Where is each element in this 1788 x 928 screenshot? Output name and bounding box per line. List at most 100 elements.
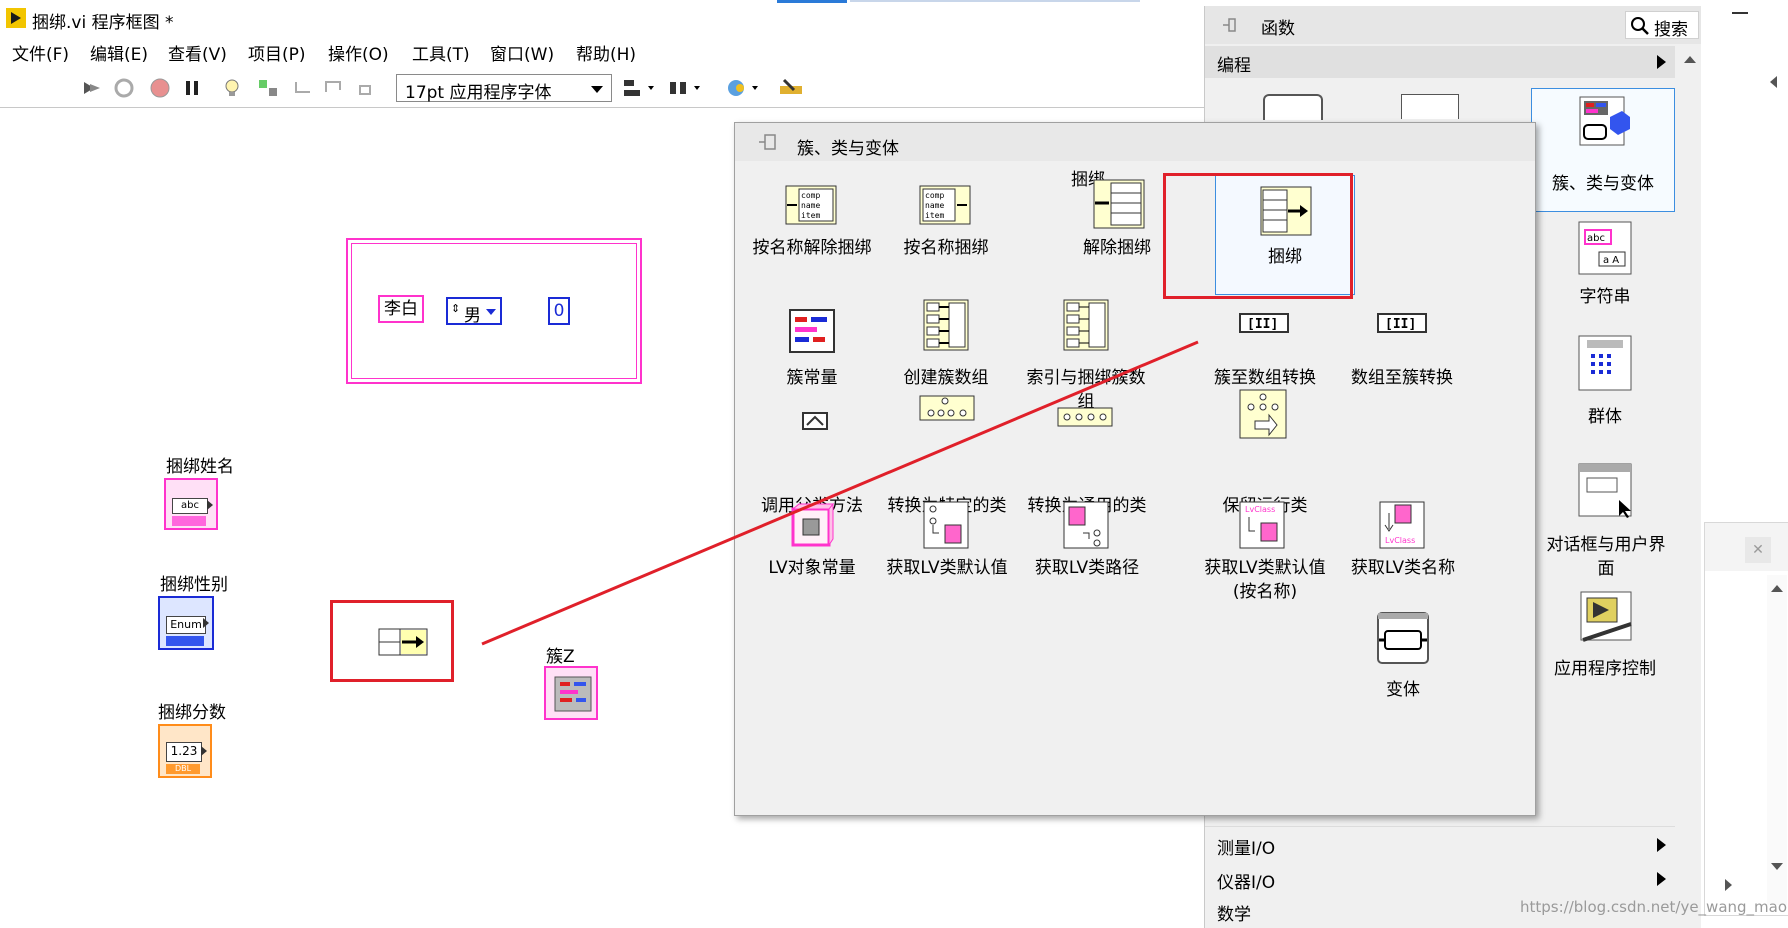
structures-icon-partial[interactable] [1263, 94, 1323, 120]
enum-value: 男 [464, 306, 481, 326]
scroll-up-icon [1771, 585, 1783, 592]
enum-increment-icon: ⇕ [451, 302, 461, 315]
cluster-constant[interactable]: 李白 ⇕ 男 0 [346, 238, 642, 384]
gender-enum-terminal[interactable]: Enum [158, 596, 214, 650]
category-instrument[interactable]: 仪器I/O [1205, 864, 1675, 894]
cluster-to-array-icon[interactable]: [II] [1239, 313, 1289, 333]
unbundle-by-name-icon[interactable]: comp name item [785, 185, 837, 225]
gender-terminal-label: 捆绑性别 [160, 575, 228, 595]
retain-wire-values-icon[interactable] [256, 76, 280, 100]
name-string-terminal[interactable]: abc [164, 478, 218, 530]
bundle-node-icon[interactable] [378, 628, 428, 656]
menu-project[interactable]: 项目(P) [248, 40, 306, 65]
category-measurement[interactable]: 测量I/O [1205, 830, 1675, 860]
search-icon [1631, 17, 1649, 35]
index-bundle-cluster-array-icon[interactable] [1063, 299, 1109, 351]
side-panel: ✕ [1704, 522, 1788, 916]
bundle-by-name-label: 按名称捆绑 [903, 238, 989, 258]
search-button[interactable]: 搜索 [1625, 11, 1699, 40]
menu-edit[interactable]: 编辑(E) [90, 40, 148, 65]
menu-operate[interactable]: 操作(O) [328, 40, 389, 65]
get-lv-class-path-icon[interactable] [1063, 501, 1109, 549]
variant-icon[interactable] [1375, 609, 1431, 667]
category-programming[interactable]: 编程 [1205, 46, 1675, 78]
title-accent-line [850, 0, 1140, 2]
get-lv-class-path-label: 获取LV类路径 [1034, 558, 1140, 578]
subpalette-title: 簇、类与变体 [797, 139, 899, 159]
app-control-palette-icon[interactable] [1577, 590, 1637, 648]
menu-help[interactable]: 帮助(H) [576, 40, 636, 65]
score-dbl-terminal[interactable]: 1.23 DBL [158, 724, 212, 778]
align-objects-icon[interactable] [622, 76, 658, 100]
score-terminal-label: 捆绑分数 [158, 703, 226, 723]
array-to-cluster-icon[interactable]: [II] [1377, 313, 1427, 333]
cluster-indicator-terminal[interactable] [544, 666, 598, 720]
run-arrow-icon[interactable] [80, 76, 104, 100]
functions-palette-scrollbar[interactable] [1679, 46, 1701, 836]
chevron-right-icon [1657, 838, 1666, 852]
svg-text:name: name [925, 201, 944, 210]
functions-palette-header: 函数 搜索 [1205, 6, 1701, 44]
get-lv-class-name-label: 获取LV类名称 [1350, 558, 1456, 578]
step-out-icon[interactable] [352, 76, 376, 100]
side-panel-scrollbar[interactable] [1767, 575, 1787, 905]
menu-file[interactable]: 文件(F) [12, 40, 69, 65]
watermark: https://blog.csdn.net/ye_wang_mao [1520, 898, 1788, 916]
cluster-string-constant[interactable]: 李白 [378, 295, 424, 323]
bundle-by-name-icon[interactable]: comp name item [919, 185, 971, 225]
dialog-palette-icon[interactable] [1577, 460, 1637, 520]
category-programming-label: 编程 [1217, 56, 1251, 76]
abort-icon[interactable] [148, 76, 172, 100]
step-into-icon[interactable] [292, 76, 316, 100]
font-select-value: 17pt 应用程序字体 [405, 83, 552, 103]
pin-icon[interactable] [1219, 15, 1239, 35]
cluster-icon [554, 676, 592, 712]
category-instrument-label: 仪器I/O [1217, 873, 1276, 893]
minimize-icon[interactable] [1732, 12, 1748, 14]
pause-icon[interactable] [180, 76, 204, 100]
array-icon-partial[interactable] [1401, 94, 1459, 119]
to-more-generic-class-icon[interactable] [1057, 407, 1113, 427]
group-palette-icon[interactable] [1577, 334, 1633, 392]
palette-cluster-class-variant[interactable]: 簇、类与变体 [1531, 88, 1675, 212]
get-lv-class-default-value-icon[interactable] [923, 501, 969, 549]
menu-view[interactable]: 查看(V) [168, 40, 227, 65]
font-select[interactable]: 17pt 应用程序字体 [396, 74, 612, 103]
cluster-numeric-constant[interactable]: 0 [548, 297, 570, 325]
category-measurement-label: 测量I/O [1217, 839, 1276, 859]
get-lv-class-name-icon[interactable]: LvClass [1379, 501, 1425, 549]
chevron-right-icon [1657, 55, 1666, 69]
menu-bar: 文件(F) 编辑(E) 查看(V) 项目(P) 操作(O) 工具(T) 窗口(W… [0, 38, 1200, 68]
variant-label: 变体 [1386, 680, 1420, 700]
menu-tools[interactable]: 工具(T) [412, 40, 470, 65]
close-icon[interactable]: ✕ [1745, 537, 1771, 563]
unbundle-icon[interactable] [1093, 179, 1145, 229]
palette-dialog-label: 对话框与用户界 [1546, 535, 1666, 555]
cleanup-diagram-icon[interactable] [778, 76, 808, 100]
run-continuously-icon[interactable] [112, 76, 136, 100]
reorder-icon[interactable] [726, 76, 762, 100]
get-lv-class-default-value-by-name-label: 获取LV类默认值 [1204, 558, 1326, 578]
lv-object-constant-label: LV对象常量 [768, 558, 856, 578]
svg-text:[II]: [II] [1247, 317, 1278, 332]
svg-text:name: name [801, 201, 820, 210]
distribute-objects-icon[interactable] [668, 76, 704, 100]
pin-icon[interactable] [757, 132, 779, 152]
preserve-runtime-class-icon[interactable] [1239, 389, 1287, 439]
svg-text:comp: comp [801, 191, 820, 200]
highlight-execution-icon[interactable] [220, 76, 244, 100]
menu-window[interactable]: 窗口(W) [490, 40, 554, 65]
collapse-left-icon[interactable] [1770, 76, 1777, 88]
step-over-icon[interactable] [322, 76, 346, 100]
to-more-specific-class-icon[interactable] [919, 395, 975, 421]
palette-dialog-label-2: 面 [1597, 559, 1615, 579]
get-lv-class-default-value-by-name-label-2: (按名称) [1232, 582, 1298, 602]
call-parent-method-icon[interactable] [795, 409, 835, 433]
labview-app-icon [6, 8, 26, 28]
cluster-enum-constant[interactable]: ⇕ 男 [446, 297, 502, 326]
string-palette-icon[interactable]: abc a A [1577, 220, 1633, 276]
get-lv-class-default-value-by-name-icon[interactable]: LvClass [1239, 501, 1285, 549]
cluster-constant-icon[interactable] [789, 309, 835, 353]
build-cluster-array-icon[interactable] [923, 299, 969, 351]
lv-object-constant-icon[interactable] [789, 503, 835, 549]
